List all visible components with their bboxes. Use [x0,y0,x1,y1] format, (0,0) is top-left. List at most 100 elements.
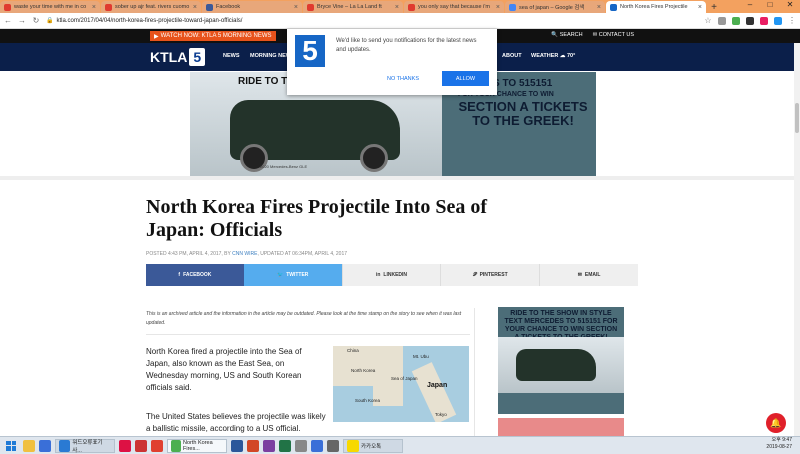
linkedin-label: LINKEDIN [383,272,408,278]
no-thanks-button[interactable]: NO THANKS [387,76,419,82]
app-icon [135,439,147,452]
page-scrollbar[interactable] [794,43,800,436]
extension-icon[interactable] [718,16,726,25]
taskbar-item[interactable]: 카카오톡 [343,438,403,453]
updated-text: , UPDATED AT 06:34PM, APRIL 4, 2017 [257,251,348,257]
tab-close-icon[interactable]: × [496,4,500,11]
taskbar-item[interactable] [23,439,35,453]
tab-title: sober up ajr feat. rivers cuomo [115,4,190,10]
tab-close-icon[interactable]: × [294,4,298,11]
extension-icon[interactable] [760,16,768,25]
taskbar-item[interactable]: North Korea Fires... [167,438,227,453]
app-icon [327,439,339,452]
taskbar-item[interactable] [119,439,131,453]
url-field[interactable]: 🔒 ktla.com/2017/04/04/north-korea-fires-… [46,15,698,26]
forward-icon[interactable]: → [18,16,26,25]
share-linkedin-button[interactable]: in LINKEDIN [341,264,441,286]
email-icon: ✉ [577,272,582,278]
extension-icon[interactable] [746,16,754,25]
facebook-icon: f [178,272,181,278]
browser-tab[interactable]: North Korea Fires Projectile × [606,1,706,13]
allow-button[interactable]: ALLOW [442,71,489,86]
taskbar-item[interactable] [311,439,323,453]
extension-icon[interactable] [732,16,740,25]
tab-favicon-icon [610,3,617,11]
tab-title: Facebook [216,4,241,10]
tab-title: Bryce Vine – La La Land ft [317,4,382,10]
ad-left-text: RIDE TO T [238,76,288,87]
taskbar-item[interactable] [279,439,291,453]
system-clock[interactable]: 오후 9:47 2019-08-27 [766,437,792,451]
maximize-icon[interactable]: □ [760,0,780,12]
nav-news[interactable]: NEWS [223,53,240,59]
share-twitter-button[interactable]: 🐦 TWITTER [243,264,342,286]
browser-tab[interactable]: you only say that because i'm × [404,1,504,13]
map-label: Tokyo [435,412,447,417]
secure-lock-icon: 🔒 [46,18,54,24]
windows-start-icon[interactable] [3,438,19,454]
article-paragraph: North Korea fired a projectile into the … [146,347,302,392]
author-link[interactable]: CNN WIRE [232,251,257,257]
address-bar-row: ← → ↻ 🔒 ktla.com/2017/04/04/north-korea-… [0,13,800,29]
browser-tab[interactable]: Facebook × [202,1,302,13]
browser-tab[interactable]: sea of japan – Google 검색 × [505,1,605,13]
reload-icon[interactable]: ↻ [32,16,40,25]
tab-title: you only say that because i'm [418,4,490,10]
tab-close-icon[interactable]: × [698,4,702,11]
browser-tab[interactable]: waste your time with me in co × [0,1,100,13]
taskbar-item[interactable] [263,439,275,453]
bookmark-star-icon[interactable]: ☆ [704,16,712,25]
browser-tab-bar: waste your time with me in co × sober up a… [0,0,800,13]
scrollbar-thumb[interactable] [795,103,799,133]
section-divider [0,176,800,180]
tab-close-icon[interactable]: × [193,4,197,11]
share-facebook-button[interactable]: f FACEBOOK [146,264,244,286]
nav-about[interactable]: ABOUT [502,53,522,59]
browser-menu-icon[interactable]: ⋮ [788,16,796,25]
tab-close-icon[interactable]: × [597,4,601,11]
search-link[interactable]: 🔍 SEARCH [551,32,582,38]
windows-taskbar: 워드오류표기 사... North Korea Fires... 카카오톡 [0,436,800,454]
article-map[interactable]: China Mt. Ubu North Korea South Korea Se… [333,346,469,422]
browser-tab[interactable]: sober up ajr feat. rivers cuomo × [101,1,201,13]
divider [146,334,470,335]
app-icon [151,439,163,452]
taskbar-item[interactable]: 워드오류표기 사... [55,438,115,454]
taskbar-item[interactable] [295,439,307,453]
extension-icon[interactable] [774,16,782,25]
contact-link[interactable]: ✉ CONTACT US [593,32,634,38]
app-icon [119,439,131,452]
taskbar-item[interactable] [247,439,259,453]
tab-close-icon[interactable]: × [395,4,399,11]
play-icon: ▶ [154,33,159,40]
new-tab-icon[interactable]: + [707,2,721,13]
taskbar-item[interactable] [327,439,339,453]
ktla-logo[interactable]: KTLA 5 [150,47,206,67]
nav-weather[interactable]: WEATHER ☁ 70° [531,53,575,59]
sidebar-ad[interactable]: RIDE TO THE SHOW IN STYLE TEXT MERCEDES … [498,307,624,414]
back-icon[interactable]: ← [4,16,12,25]
share-bar: f FACEBOOK 🐦 TWITTER in LINKEDIN 𝒫 PINTEREST… [146,264,638,286]
tab-close-icon[interactable]: × [92,4,96,11]
article-paragraph: The United States believes the projectil… [146,412,326,433]
taskbar-item[interactable] [39,439,51,453]
contact-label: CONTACT US [598,32,634,38]
notification-bell-icon[interactable]: 🔔 [766,413,786,433]
ad-caption: 2020 Mercedes-Benz GLE [260,164,308,169]
watch-now-button[interactable]: ▶ WATCH NOW: KTLA 5 MORNING NEWS [150,31,276,41]
close-window-icon[interactable]: ✕ [780,0,800,12]
taskbar-item[interactable] [151,439,163,453]
map-land [411,362,457,422]
clock-time: 오후 9:47 [771,437,792,443]
watch-now-label: WATCH NOW: KTLA 5 MORNING NEWS [160,33,272,39]
app-icon [347,439,359,452]
taskbar-item[interactable] [231,439,243,453]
minimize-icon[interactable]: – [740,0,760,12]
share-pinterest-button[interactable]: 𝒫 PINTEREST [440,264,540,286]
taskbar-item-label: 워드오류표기 사... [72,439,103,454]
share-email-button[interactable]: ✉ EMAIL [539,264,638,286]
taskbar-item[interactable] [135,439,147,453]
browser-tab[interactable]: Bryce Vine – La La Land ft × [303,1,403,13]
sidebar-ad-secondary[interactable] [498,418,624,436]
app-icon [39,439,51,452]
